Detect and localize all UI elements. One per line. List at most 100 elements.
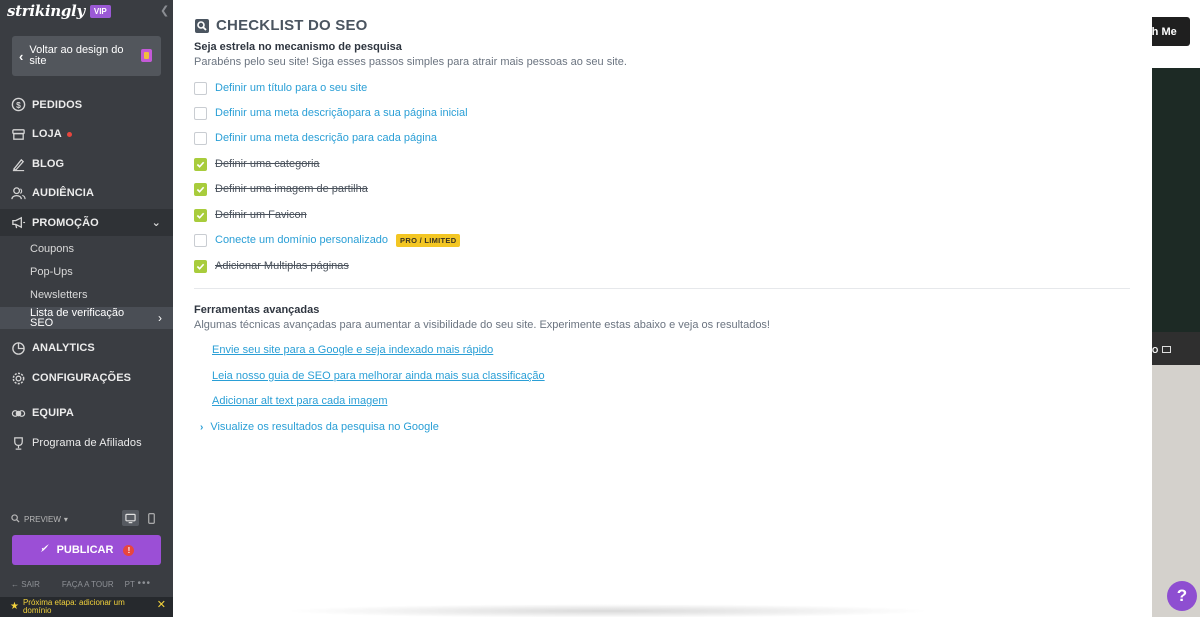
help-button[interactable]: ?	[1167, 581, 1197, 611]
google-preview-label: Visualize os resultados da pesquisa no G…	[210, 421, 439, 433]
megaphone-icon	[11, 215, 26, 230]
sidebar-item-analytics[interactable]: ANALYTICS	[0, 340, 173, 356]
sidebar-subitem-coupons[interactable]: Coupons	[30, 243, 74, 255]
desktop-icon	[125, 513, 136, 523]
panel-title: CHECKLIST DO SEO	[194, 17, 368, 34]
checkbox-checked[interactable]	[194, 208, 207, 222]
caret-down-icon: ▾	[63, 514, 68, 524]
star-icon: ★	[10, 601, 19, 612]
sidebar-item-promocao[interactable]: PROMOÇÃO ⌄	[0, 209, 173, 236]
sidebar: strikingly VIP ❮ ‹ Voltar ao design do s…	[0, 0, 173, 617]
sidebar-item-label: AUDIÊNCIA	[32, 187, 95, 199]
alert-icon: !	[123, 544, 135, 556]
sidebar-item-configuracoes[interactable]: CONFIGURAÇÕES	[0, 370, 173, 386]
publish-button[interactable]: PUBLICAR !	[12, 535, 161, 565]
logo: strikingly	[7, 2, 85, 20]
seo-search-icon	[195, 18, 209, 33]
next-step-bar[interactable]: ★ Próxima etapa: adicionar um domínio ✕	[0, 597, 173, 617]
checklist-item-label[interactable]: Conecte um domínio personalizado	[215, 234, 388, 246]
publish-label: PUBLICAR	[56, 544, 114, 556]
close-icon[interactable]: ✕	[157, 600, 166, 611]
sidebar-item-label: PEDIDOS	[32, 98, 83, 111]
dollar-icon: $	[11, 97, 26, 112]
exit-link[interactable]: ← SAIR	[11, 580, 51, 589]
sidebar-item-equipa[interactable]: EQUIPA	[0, 405, 173, 421]
checklist-item[interactable]: Conecte um domínio personalizado PRO / L…	[194, 233, 461, 247]
checkbox[interactable]	[194, 233, 207, 247]
checkbox-checked[interactable]	[194, 157, 207, 171]
sidebar-subitem-seo-checklist[interactable]: Lista de verificação SEO ›	[0, 307, 173, 329]
sidebar-item-audiencia[interactable]: AUDIÊNCIA	[0, 185, 173, 201]
search-icon	[11, 513, 20, 525]
sidebar-item-label: BLOG	[32, 158, 65, 170]
brand[interactable]: strikingly VIP	[7, 2, 111, 20]
checkbox[interactable]	[194, 131, 207, 145]
section-heading: Seja estrela no mecanismo de pesquisa	[194, 41, 402, 53]
page-title: CHECKLIST DO SEO	[216, 17, 368, 34]
pen-icon	[11, 157, 26, 172]
site-header-button[interactable]: th Me	[1146, 17, 1190, 46]
checklist-item[interactable]: Definir um Favicon	[194, 208, 307, 222]
section-heading: Ferramentas avançadas	[194, 304, 320, 316]
chevron-left-icon: ‹	[19, 48, 24, 64]
image-icon	[1162, 346, 1172, 353]
check-icon	[196, 212, 205, 219]
pro-limited-badge: PRO / LIMITED	[396, 233, 461, 247]
next-step-label: Próxima etapa: adicionar um domínio	[22, 598, 125, 615]
sidebar-footer: ← SAIR FAÇA A TOUR PT •••	[11, 578, 163, 589]
advanced-link-google-index[interactable]: Envie seu site para a Google e seja inde…	[212, 344, 493, 356]
more-icon[interactable]: •••	[137, 578, 151, 589]
checklist-item-label: Adicionar Multiplas páginas	[215, 260, 349, 272]
sidebar-item-label: Programa de Afiliados	[32, 437, 142, 449]
collapse-sidebar-icon[interactable]: ❮	[160, 4, 169, 17]
checklist-item[interactable]: Definir um título para o seu site	[194, 81, 367, 95]
preview-label: PREVIEW	[24, 514, 61, 524]
sidebar-item-afiliados[interactable]: Programa de Afiliados	[0, 435, 173, 451]
checklist-item[interactable]: Adicionar Multiplas páginas	[194, 259, 349, 273]
google-preview-toggle[interactable]: › Visualize os resultados da pesquisa no…	[200, 421, 439, 433]
team-icon	[11, 406, 26, 421]
site-hero-image	[1152, 68, 1200, 332]
advanced-link-seo-guide[interactable]: Leia nosso guia de SEO para melhorar ain…	[212, 370, 545, 382]
sidebar-item-loja[interactable]: LOJA	[0, 126, 173, 142]
panel-shadow	[283, 604, 933, 617]
sidebar-item-label: PROMOÇÃO	[32, 216, 99, 229]
checklist-item-label[interactable]: Definir um título para o seu site	[215, 82, 367, 94]
sidebar-item-pedidos[interactable]: $ PEDIDOS	[0, 96, 173, 113]
trophy-icon	[11, 436, 26, 451]
mobile-view-button[interactable]	[143, 510, 160, 526]
checkbox[interactable]	[194, 106, 207, 120]
checklist-item[interactable]: Definir uma meta descrição para cada pág…	[194, 131, 437, 145]
mobile-icon	[148, 512, 155, 524]
checklist-item[interactable]: Definir uma imagem de partilha	[194, 182, 368, 196]
sidebar-subitem-popups[interactable]: Pop-Ups	[30, 266, 73, 278]
section-description: Parabéns pelo seu site! Siga esses passo…	[194, 56, 627, 68]
sidebar-item-label: EQUIPA	[32, 407, 74, 419]
section-description: Algumas técnicas avançadas para aumentar…	[194, 319, 770, 331]
store-icon	[11, 127, 26, 142]
sidebar-subitem-label: Lista de verificação SEO	[30, 307, 125, 329]
check-icon	[196, 186, 205, 193]
tour-link[interactable]: FAÇA A TOUR	[62, 580, 114, 589]
checklist-item[interactable]: Definir uma meta descriçãopara a sua pág…	[194, 106, 468, 120]
back-to-design-button[interactable]: ‹ Voltar ao design do site	[12, 36, 161, 76]
checkbox[interactable]	[194, 81, 207, 95]
checklist-item-label: Definir um Favicon	[215, 209, 307, 221]
site-preview-background: th Me O	[1146, 0, 1200, 617]
preview-toggle[interactable]: PREVIEW ▾	[11, 510, 161, 526]
sidebar-item-blog[interactable]: BLOG	[0, 156, 173, 172]
checklist-item-label[interactable]: Definir uma meta descriçãopara a sua pág…	[215, 107, 468, 119]
checkbox-checked[interactable]	[194, 259, 207, 273]
chevron-right-icon: ›	[158, 311, 162, 325]
rocket-icon	[39, 543, 50, 557]
desktop-view-button[interactable]	[122, 510, 139, 526]
checklist-item-label[interactable]: Definir uma meta descrição para cada pág…	[215, 132, 437, 144]
check-icon	[196, 161, 205, 168]
pages-icon	[141, 49, 152, 62]
sidebar-subitem-newsletters[interactable]: Newsletters	[30, 289, 87, 301]
checkbox-checked[interactable]	[194, 182, 207, 196]
checklist-item[interactable]: Definir uma categoria	[194, 157, 320, 171]
advanced-link-alt-text[interactable]: Adicionar alt text para cada imagem	[212, 395, 387, 407]
pie-chart-icon	[11, 341, 26, 356]
language-link[interactable]: PT	[125, 580, 135, 589]
